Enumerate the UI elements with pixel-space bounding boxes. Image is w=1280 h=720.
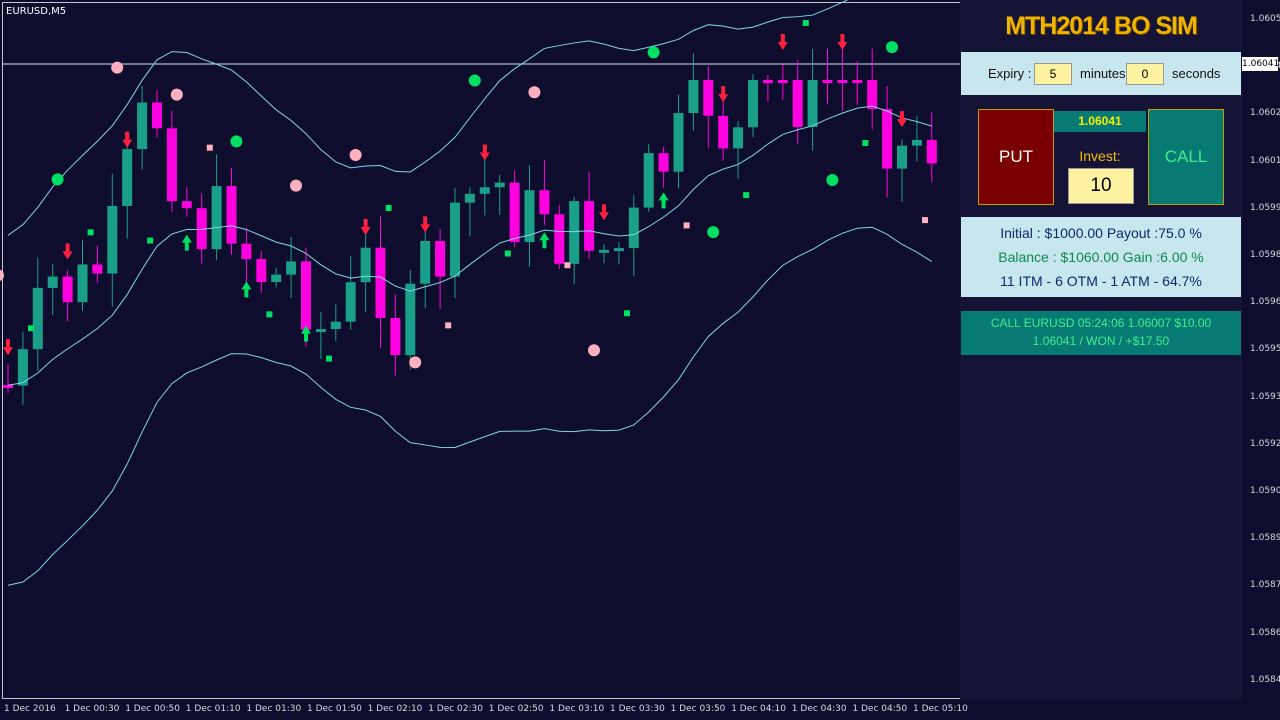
time-axis-label: 1 Dec 00:30 — [64, 704, 120, 714]
invest-amount-input[interactable]: 10 — [1068, 168, 1134, 204]
price-axis-label: 1.06010 — [1250, 155, 1280, 166]
price-axis-label: 1.05995 — [1250, 202, 1280, 213]
minutes-label: minutes — [1080, 66, 1126, 81]
time-axis-label: 1 Dec 00:50 — [125, 704, 180, 714]
time-axis-label: 1 Dec 02:10 — [367, 704, 423, 714]
expiry-seconds-input[interactable]: 0 — [1126, 63, 1164, 85]
time-axis-label: 1 Dec 03:10 — [549, 704, 605, 714]
trade-details: CALL EURUSD 05:24:06 1.06007 $10.00 — [990, 316, 1212, 330]
stats-initial-payout: Initial : $1000.00 Payout :75.0 % — [1000, 225, 1202, 241]
price-axis-label: 1.05920 — [1250, 438, 1280, 449]
expiry-settings: Expiry : 5 minutes 0 seconds — [961, 52, 1241, 95]
time-axis-label: 1 Dec 03:30 — [610, 704, 665, 714]
expiry-label: Expiry : — [988, 66, 1032, 81]
current-price-tag: 1.06041 — [1242, 57, 1280, 71]
put-button[interactable]: PUT — [978, 109, 1054, 205]
price-axis-label: 1.05980 — [1250, 250, 1280, 260]
time-axis-label: 1 Dec 01:30 — [246, 704, 302, 714]
panel-title: MTH2014 BO SIM — [1005, 12, 1198, 40]
time-axis-label: 1 Dec 02:50 — [488, 704, 544, 714]
price-axis-label: 1.05890 — [1250, 533, 1280, 544]
price-axis-label: 1.05845 — [1250, 674, 1280, 685]
price-axis-label: 1.06025 — [1250, 108, 1280, 119]
stats-itm-otm: 11 ITM - 6 OTM - 1 ATM - 64.7% — [1000, 273, 1202, 289]
time-axis-label: 1 Dec 04:10 — [731, 704, 786, 714]
expiry-minutes-input[interactable]: 5 — [1034, 63, 1072, 85]
price-axis-label: 1.05965 — [1250, 297, 1280, 308]
seconds-label: seconds — [1172, 66, 1221, 81]
price-axis-label: 1.05860 — [1250, 627, 1280, 638]
price-axis-label: 1.05950 — [1250, 344, 1280, 355]
invest-label: Invest: — [1079, 148, 1121, 164]
chart-symbol: EURUSD,M5 — [6, 6, 67, 17]
stats-balance-gain: Balance : $1060.00 Gain :6.00 % — [998, 249, 1204, 265]
price-axis-label: 1.05905 — [1250, 486, 1280, 496]
price-axis-label: 1.05875 — [1250, 580, 1280, 591]
time-axis-label: 1 Dec 02:30 — [428, 704, 483, 714]
time-axis-label: 1 Dec 01:10 — [185, 704, 241, 714]
account-stats: Initial : $1000.00 Payout :75.0 % Balanc… — [961, 217, 1241, 297]
time-axis-label: 1 Dec 04:50 — [852, 704, 908, 714]
time-axis-label: 1 Dec 03:50 — [670, 704, 726, 714]
last-trade-result: CALL EURUSD 05:24:06 1.06007 $10.00 1.06… — [961, 311, 1241, 355]
current-price-display: 1.06041 — [1054, 111, 1146, 132]
time-axis-label: 1 Dec 04:30 — [791, 704, 847, 714]
time-axis-label: 1 Dec 2016 — [4, 704, 56, 714]
trade-outcome: 1.06041 / WON / +$17.50 — [1032, 334, 1170, 348]
time-axis-label: 1 Dec 05:10 — [913, 704, 968, 714]
time-axis-label: 1 Dec 01:50 — [307, 704, 362, 714]
price-axis-label: 1.06055 — [1250, 14, 1280, 24]
trading-terminal-window: EURUSD,M5 1.060551.060401.060251.060101.… — [0, 0, 1280, 720]
call-button[interactable]: CALL — [1148, 109, 1224, 205]
price-axis-label: 1.05935 — [1250, 391, 1280, 402]
